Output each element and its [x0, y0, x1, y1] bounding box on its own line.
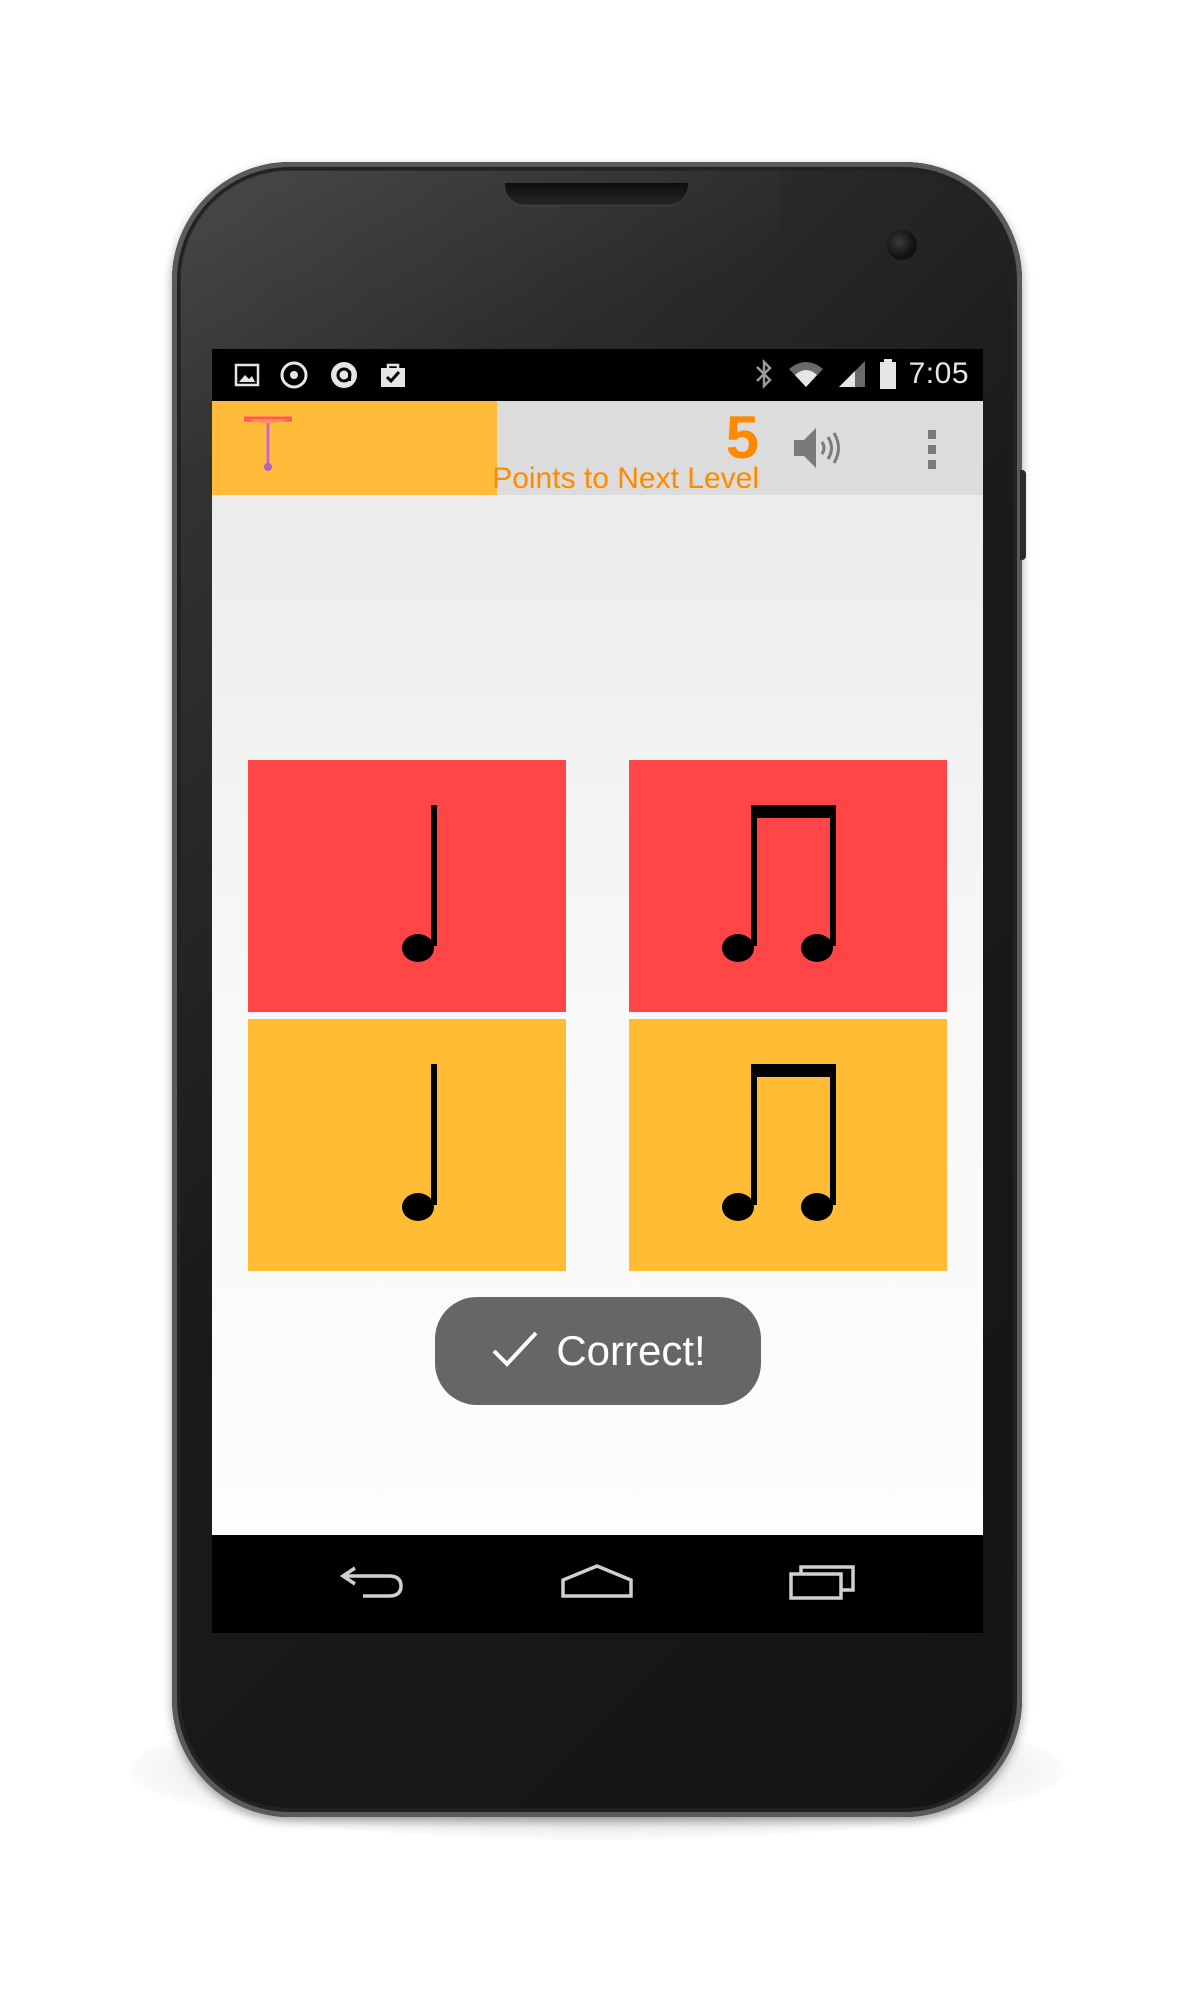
device-mockup: 7:05 5 Points to Next Level Correct!	[0, 0, 1195, 1994]
home-icon	[559, 1562, 635, 1607]
rhythm-grid: Correct!	[212, 495, 983, 1535]
rhythm-tile-quarter-note-bottom[interactable]	[248, 1019, 566, 1271]
recents-button[interactable]	[777, 1559, 867, 1609]
recents-icon	[787, 1562, 857, 1607]
screen: 7:05 5 Points to Next Level Correct!	[212, 349, 983, 1633]
app-logo-icon[interactable]	[242, 415, 294, 475]
eighth-notes-icon	[722, 805, 836, 962]
back-icon	[337, 1562, 407, 1607]
checkmark-icon	[490, 1329, 540, 1374]
rhythm-tile-eighth-notes-top[interactable]	[629, 760, 947, 1012]
rhythm-tile-eighth-notes-bottom[interactable]	[629, 1019, 947, 1271]
battery-icon	[879, 358, 897, 390]
eighth-notes-icon	[722, 1064, 836, 1221]
clock: 7:05	[908, 357, 969, 390]
quarter-note-icon	[402, 805, 437, 962]
bluetooth-icon	[753, 358, 775, 390]
power-button	[1020, 470, 1026, 560]
gallery-icon	[234, 362, 260, 388]
sync-icon	[278, 359, 310, 391]
home-button[interactable]	[552, 1559, 642, 1609]
earpiece-speaker	[505, 183, 688, 205]
navigation-bar	[212, 1535, 983, 1633]
at-icon	[328, 359, 360, 391]
speaker-icon	[790, 424, 842, 477]
quarter-note-icon	[402, 1064, 437, 1221]
signal-icon	[837, 359, 867, 389]
correct-toast: Correct!	[435, 1297, 761, 1405]
store-icon	[378, 360, 408, 390]
front-camera	[887, 230, 917, 260]
back-button[interactable]	[327, 1559, 417, 1609]
points-to-next-level-label: Points to Next Level	[492, 462, 759, 495]
rhythm-tile-quarter-note-top[interactable]	[248, 760, 566, 1012]
toast-message: Correct!	[556, 1327, 706, 1374]
wifi-icon	[787, 359, 825, 389]
overflow-menu-icon[interactable]	[912, 421, 952, 477]
status-bar: 7:05	[212, 349, 983, 401]
action-bar: 5 Points to Next Level	[212, 401, 983, 495]
sound-toggle-button[interactable]	[788, 425, 844, 475]
